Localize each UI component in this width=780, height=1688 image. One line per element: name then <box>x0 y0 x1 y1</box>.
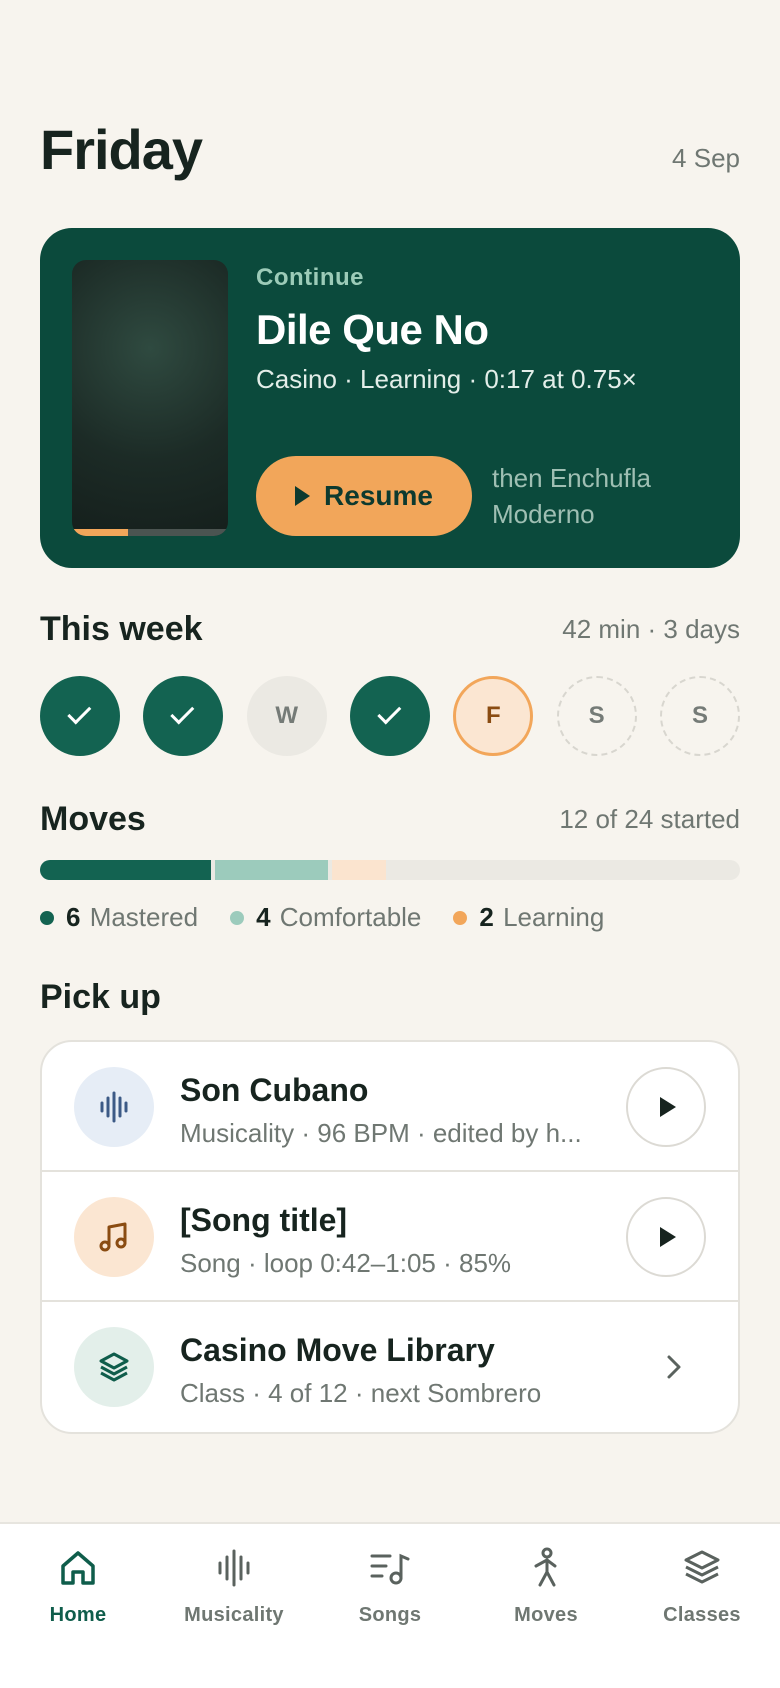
pickup-item-title: Casino Move Library <box>180 1332 495 1368</box>
play-button[interactable] <box>626 1067 706 1147</box>
nav-item-moves[interactable]: Moves <box>468 1524 624 1688</box>
date-label: 4 Sep <box>672 143 740 173</box>
video-progress-bar <box>72 529 228 536</box>
moves-segment-learning <box>331 860 386 880</box>
nav-item-home[interactable]: Home <box>0 1524 156 1688</box>
check-icon <box>377 700 402 725</box>
moves-progress-bar <box>40 860 740 880</box>
waveform-icon <box>218 1549 250 1587</box>
pickup-list: Son Cubano Musicality · 96 BPM · edited … <box>40 1040 740 1434</box>
nav-label: Classes <box>663 1604 741 1626</box>
legend-item-mastered: 6 Mastered <box>40 902 198 933</box>
header: Friday 4 Sep <box>40 122 740 178</box>
continue-subtitle: Casino · Learning · 0:17 at 0.75× <box>256 364 637 394</box>
week-day-6[interactable]: S <box>659 676 740 756</box>
moves-title: Moves <box>40 800 146 838</box>
nav-item-classes[interactable]: Classes <box>624 1524 780 1688</box>
pickup-title: Pick up <box>40 978 161 1016</box>
week-summary: 42 min · 3 days <box>562 614 740 644</box>
pickup-item-title: [Song title] <box>180 1202 348 1238</box>
moves-header: Moves 12 of 24 started <box>40 800 740 839</box>
next-up-text: then Enchufla Moderno <box>492 463 652 529</box>
week-title: This week <box>40 610 203 648</box>
continue-card[interactable]: Continue Dile Que No Casino · Learning ·… <box>40 228 740 568</box>
week-days: WFSS <box>40 676 740 756</box>
legend-item-comfortable: 4 Comfortable <box>230 902 421 933</box>
page-title: Friday <box>40 118 203 181</box>
legend-count: 2 <box>479 902 494 932</box>
layers-icon <box>74 1327 154 1407</box>
waveform-icon <box>74 1067 154 1147</box>
legend-dot <box>230 910 245 925</box>
week-day-0[interactable] <box>40 676 120 756</box>
bottom-nav: Home Musicality Songs Moves Classes <box>0 1522 780 1688</box>
moves-segment-comfortable <box>215 860 328 880</box>
video-thumbnail[interactable] <box>72 260 228 536</box>
playlist-icon <box>370 1553 410 1585</box>
list-item[interactable]: [Song title] Song · loop 0:42–1:05 · 85% <box>42 1172 738 1302</box>
continue-title: Dile Que No <box>256 306 489 353</box>
nav-label: Home <box>49 1604 107 1626</box>
legend-dot <box>40 910 54 925</box>
legend-text: 4 Comfortable <box>256 902 422 932</box>
week-header: This week 42 min · 3 days <box>40 610 740 649</box>
moves-legend: 6 Mastered 4 Comfortable 2 Learning <box>40 902 604 933</box>
pickup-item-subtitle: Musicality · 96 BPM · edited by h... <box>180 1118 582 1148</box>
music-note-icon <box>74 1197 154 1277</box>
home-icon <box>61 1551 95 1585</box>
pickup-item-subtitle: Class · 4 of 12 · next Sombrero <box>180 1378 542 1408</box>
list-item[interactable]: Son Cubano Musicality · 96 BPM · edited … <box>42 1042 738 1172</box>
play-button[interactable] <box>626 1197 706 1277</box>
pickup-item-subtitle: Song · loop 0:42–1:05 · 85% <box>180 1248 512 1278</box>
video-progress-fill <box>72 529 129 536</box>
week-day-4[interactable]: F <box>453 676 534 756</box>
resume-button[interactable]: Resume <box>256 456 472 536</box>
play-icon <box>295 486 311 506</box>
legend-text: 6 Mastered <box>66 902 199 932</box>
legend-item-learning: 2 Learning <box>453 902 604 933</box>
week-day-5[interactable]: S <box>556 676 637 756</box>
list-item[interactable]: Casino Move Library Class · 4 of 12 · ne… <box>42 1302 738 1432</box>
nav-label: Musicality <box>184 1604 284 1626</box>
chevron-right-icon[interactable] <box>658 1351 690 1383</box>
check-icon <box>67 700 92 725</box>
legend-count: 6 <box>66 902 81 932</box>
week-day-1[interactable] <box>143 676 224 756</box>
pickup-item-title: Son Cubano <box>180 1072 369 1108</box>
nav-label: Moves <box>514 1604 578 1626</box>
resume-label: Resume <box>324 480 433 511</box>
legend-count: 4 <box>256 902 271 932</box>
play-icon <box>660 1097 676 1117</box>
week-day-3[interactable] <box>349 676 430 756</box>
week-day-2[interactable]: W <box>246 676 327 756</box>
dancer-icon <box>534 1547 557 1587</box>
check-icon <box>170 700 195 725</box>
nav-item-musicality[interactable]: Musicality <box>156 1524 312 1688</box>
nav-item-songs[interactable]: Songs <box>312 1524 468 1688</box>
moves-segment-mastered <box>40 860 211 880</box>
play-icon <box>660 1227 676 1247</box>
nav-label: Songs <box>358 1604 422 1626</box>
legend-text: 2 Learning <box>479 902 605 932</box>
layers-icon <box>684 1550 720 1584</box>
legend-dot <box>453 910 468 925</box>
continue-label: Continue <box>256 264 364 291</box>
pickup-header: Pick up <box>40 978 740 1017</box>
moves-summary: 12 of 24 started <box>559 804 740 834</box>
